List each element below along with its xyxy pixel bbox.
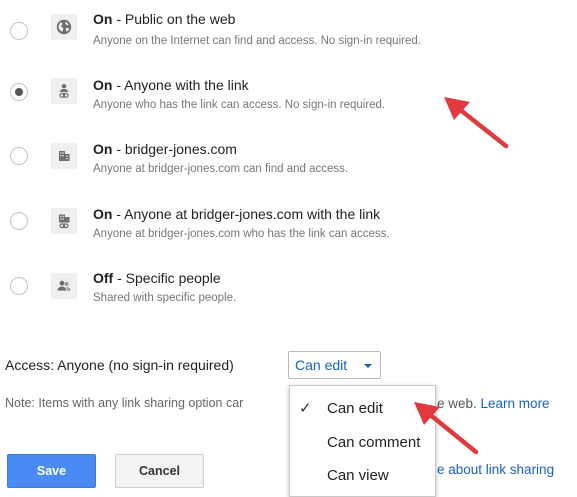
sharing-option-anyone-with-link[interactable]: On - Anyone with the link Anyone who has… [0, 70, 577, 126]
option-description: Anyone at bridger-jones.com can find and… [93, 163, 349, 175]
learn-more-link[interactable]: Learn more [481, 396, 550, 411]
building-link-icon [51, 208, 77, 234]
option-title: On - bridger-jones.com [93, 141, 237, 157]
menu-item-can-view[interactable]: Can view [290, 459, 435, 492]
save-button[interactable]: Save [7, 454, 96, 488]
sharing-option-specific-people[interactable]: Off - Specific people Shared with specif… [0, 264, 577, 320]
sharing-option-domain[interactable]: On - bridger-jones.com Anyone at bridger… [0, 135, 577, 191]
cancel-button[interactable]: Cancel [115, 454, 204, 488]
sharing-option-domain-with-link[interactable]: On - Anyone at bridger-jones.com with th… [0, 200, 577, 256]
people-icon [51, 273, 77, 299]
caret-down-icon [364, 364, 372, 368]
option-description: Anyone on the Internet can find and acce… [93, 35, 421, 47]
menu-item-can-comment[interactable]: Can comment [290, 426, 435, 459]
sharing-option-public[interactable]: On - Public on the web Anyone on the Int… [0, 6, 577, 62]
person-link-icon [51, 78, 77, 104]
permission-menu: ✓ Can edit Can comment Can view [289, 385, 436, 497]
option-title: On - Public on the web [93, 11, 236, 27]
option-description: Anyone at bridger-jones.com who has the … [93, 228, 390, 240]
checkmark-icon: ✓ [299, 400, 312, 417]
globe-icon [51, 14, 77, 40]
option-description: Anyone who has the link can access. No s… [93, 99, 386, 111]
menu-item-can-edit[interactable]: ✓ Can edit [290, 392, 435, 425]
learn-about-link-sharing-link[interactable]: e about link sharing [437, 462, 554, 477]
permission-dropdown-label: Can edit [295, 357, 348, 373]
radio-specific-people[interactable] [10, 277, 28, 295]
option-title: On - Anyone with the link [93, 77, 249, 93]
permission-dropdown[interactable]: Can edit [288, 351, 381, 379]
option-title: On - Anyone at bridger-jones.com with th… [93, 206, 381, 222]
radio-anyone-with-link[interactable] [10, 83, 28, 101]
option-description: Shared with specific people. [93, 292, 237, 304]
link-sharing-note: Note: Items with any link sharing option… [5, 396, 244, 410]
radio-public[interactable] [10, 22, 28, 40]
option-title: Off - Specific people [93, 270, 221, 286]
link-sharing-note-tail: e web. Learn more [437, 396, 550, 411]
access-label: Access: Anyone (no sign-in required) [5, 357, 234, 373]
radio-domain-with-link[interactable] [10, 212, 28, 230]
building-icon [51, 143, 77, 169]
radio-domain[interactable] [10, 147, 28, 165]
